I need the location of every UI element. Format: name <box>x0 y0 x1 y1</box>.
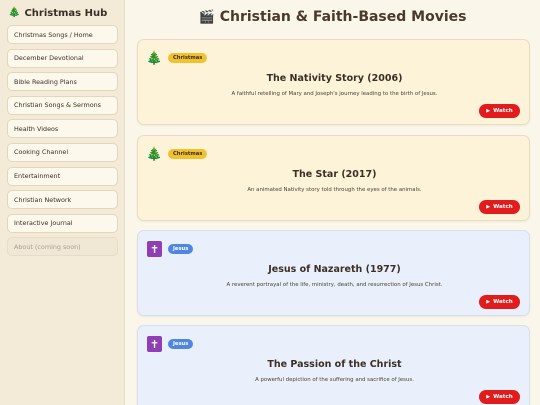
cross-icon: ✝ <box>147 241 162 257</box>
christmas-tree-icon: 🎄 <box>146 50 163 66</box>
sidebar-item-christian-songs-sermons[interactable]: Christian Songs & Sermons <box>7 95 118 115</box>
movie-card: 🎄 Christmas The Star (2017) An animated … <box>137 135 530 221</box>
watch-button[interactable]: ▶ Watch <box>479 200 520 214</box>
watch-label: Watch <box>493 299 513 305</box>
watch-label: Watch <box>493 108 513 114</box>
movie-card: ✝ Jesus Jesus of Nazareth (1977) A rever… <box>137 230 530 316</box>
movie-description: A reverent portrayal of the life, minist… <box>226 282 443 288</box>
sidebar-item-interactive-journal[interactable]: Interactive Journal <box>7 213 118 233</box>
movie-card: 🎄 Christmas The Nativity Story (2006) A … <box>137 39 530 125</box>
christmas-tree-icon: 🎄 <box>146 146 163 162</box>
movie-description: A powerful depiction of the suffering an… <box>255 377 414 383</box>
movie-title: The Passion of the Christ <box>267 359 402 370</box>
page-title-text: Christian & Faith-Based Movies <box>219 9 467 25</box>
sidebar-item-cooking-channel[interactable]: Cooking Channel <box>7 142 118 162</box>
movie-title: The Nativity Story (2006) <box>266 73 403 84</box>
clapperboard-icon: 🎬 <box>198 9 215 25</box>
movie-description: A faithful retelling of Mary and Joseph'… <box>231 91 438 97</box>
sidebar-item-bible-reading-plans[interactable]: Bible Reading Plans <box>7 72 118 92</box>
watch-button[interactable]: ▶ Watch <box>479 295 520 309</box>
sidebar-item-december-devotional[interactable]: December Devotional <box>7 48 118 68</box>
page-title: 🎬 Christian & Faith-Based Movies <box>125 9 540 25</box>
movie-title: The Star (2017) <box>292 169 377 180</box>
sidebar: 🎄 Christmas Hub Christmas Songs / Home D… <box>0 0 125 405</box>
play-icon: ▶ <box>486 204 491 210</box>
category-badge: Christmas <box>168 53 208 63</box>
movie-card: ✝ Jesus The Passion of the Christ A powe… <box>137 325 530 405</box>
sidebar-item-christmas-songs-home[interactable]: Christmas Songs / Home <box>7 25 118 44</box>
watch-button[interactable]: ▶ Watch <box>479 390 520 404</box>
sidebar-item-entertainment[interactable]: Entertainment <box>7 166 118 186</box>
play-icon: ▶ <box>486 108 491 114</box>
watch-label: Watch <box>493 204 513 210</box>
watch-button[interactable]: ▶ Watch <box>479 104 520 118</box>
brand-title: Christmas Hub <box>24 7 108 19</box>
movie-description: An animated Nativity story told through … <box>247 187 422 193</box>
play-icon: ▶ <box>486 394 491 400</box>
sidebar-item-health-videos[interactable]: Health Videos <box>7 119 118 139</box>
sidebar-brand[interactable]: 🎄 Christmas Hub <box>8 6 118 20</box>
sidebar-item-christian-network[interactable]: Christian Network <box>7 190 118 210</box>
movie-title: Jesus of Nazareth (1977) <box>268 264 401 275</box>
cross-icon: ✝ <box>147 336 162 352</box>
sidebar-nav: Christmas Songs / Home December Devotion… <box>7 25 118 257</box>
category-badge: Christmas <box>168 149 208 159</box>
watch-label: Watch <box>493 394 513 400</box>
christmas-tree-icon: 🎄 <box>8 7 21 18</box>
category-badge: Jesus <box>168 244 194 254</box>
category-badge: Jesus <box>168 339 194 349</box>
sidebar-item-about: About (coming soon) <box>7 237 118 257</box>
play-icon: ▶ <box>486 299 491 305</box>
main-content: 🎬 Christian & Faith-Based Movies 🎄 Chris… <box>125 0 540 405</box>
